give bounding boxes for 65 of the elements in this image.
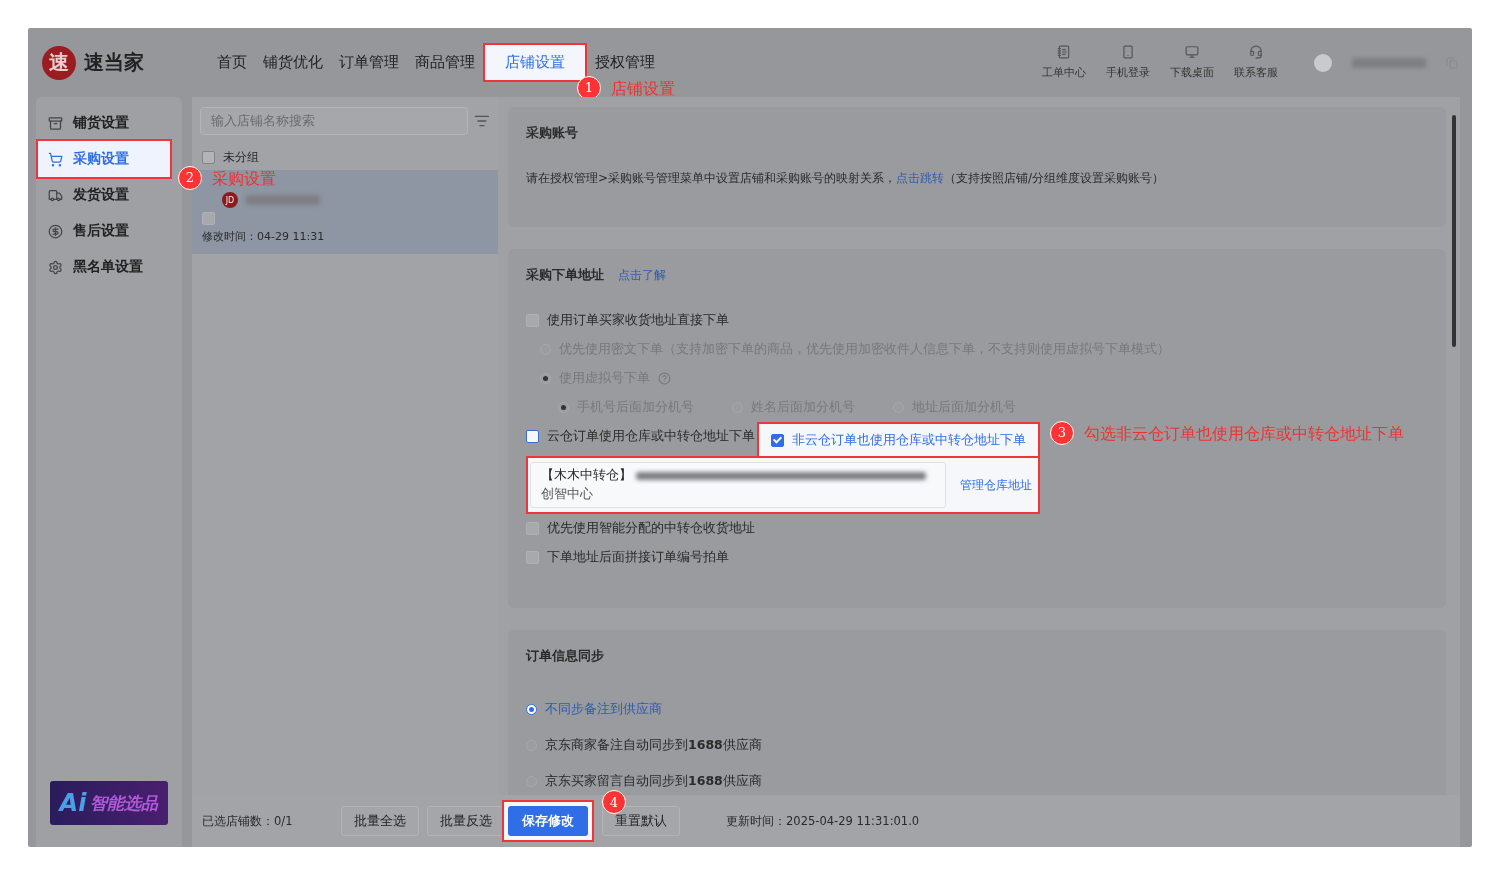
option-label: 不同步备注到供应商: [545, 700, 662, 718]
filter-icon[interactable]: [474, 113, 490, 129]
checkbox[interactable]: [202, 212, 215, 225]
selected-count: 已选店铺数：0/1: [202, 813, 293, 829]
callout-text: 店铺设置: [611, 79, 675, 100]
callout-number: 3: [1050, 420, 1074, 445]
scrollbar[interactable]: [1452, 115, 1456, 347]
archive-icon: [48, 115, 63, 131]
modified-time: 修改时间：04-29 11:31: [202, 229, 326, 244]
toolbar-button[interactable]: 联系客服: [1234, 45, 1278, 80]
sidebar-item[interactable]: 黑名单设置: [36, 249, 182, 285]
save-button[interactable]: 保存修改: [508, 806, 588, 836]
batch-button[interactable]: 批量全选: [340, 806, 419, 836]
callout-text: 勾选非云仓订单也使用仓库或中转仓地址下单: [1084, 424, 1404, 445]
ai-banner[interactable]: Ai 智能选品: [50, 781, 168, 825]
toolbar-button[interactable]: 工单中心: [1042, 45, 1086, 80]
option-label: 优先使用智能分配的中转仓收货地址: [547, 520, 755, 537]
brand-name: 速当家: [84, 49, 144, 76]
help-icon[interactable]: [658, 372, 671, 385]
option-label: 京东买家留言自动同步到1688供应商: [545, 772, 762, 790]
nav-tab[interactable]: 首页: [211, 45, 253, 80]
cart-icon: [48, 151, 63, 167]
account-hint: 请在授权管理>采购账号管理菜单中设置店铺和采购账号的映射关系，点击跳转（支持按照店铺/分组维度设置采购账号）: [526, 170, 1166, 187]
section-title: 采购下单地址: [526, 267, 604, 284]
settings-icon: [48, 259, 63, 275]
radio[interactable]: [558, 402, 569, 413]
manage-warehouse-link[interactable]: 管理仓库地址: [960, 476, 1032, 494]
sidebar-item[interactable]: 采购设置: [38, 141, 170, 177]
batch-button[interactable]: 批量反选: [426, 806, 505, 836]
option-label: 非云仓订单也使用仓库或中转仓地址下单: [792, 431, 1026, 449]
radio[interactable]: [540, 373, 551, 384]
option-label: 云仓订单使用仓库或中转仓地址下单: [547, 428, 755, 445]
notebook-icon: [1057, 45, 1071, 59]
update-time: 更新时间：2025-04-29 11:31:01.0: [726, 813, 920, 829]
option-label: 使用订单买家收货地址直接下单: [547, 312, 729, 329]
option-label: 京东商家备注自动同步到1688供应商: [545, 736, 762, 754]
checkbox[interactable]: [771, 433, 784, 447]
warehouse-name: 【木木中转仓】: [541, 467, 632, 484]
nav-tab[interactable]: 铺货优化: [257, 45, 329, 80]
checkbox[interactable]: [202, 151, 215, 164]
truck-icon: [48, 187, 63, 203]
callout-number: 2: [178, 165, 202, 190]
avatar[interactable]: [1314, 53, 1332, 72]
coin-icon: [48, 223, 63, 239]
section-title: 订单信息同步: [526, 648, 605, 665]
reset-button[interactable]: 重置默认: [602, 806, 680, 836]
shop-badge: JD: [222, 192, 238, 208]
radio[interactable]: [526, 703, 537, 715]
sidebar-item[interactable]: 铺货设置: [36, 105, 182, 141]
sidebar-item[interactable]: 售后设置: [36, 213, 182, 249]
section-title: 采购账号: [526, 125, 579, 142]
phone-icon: [1121, 45, 1135, 59]
nav-tab[interactable]: 商品管理: [409, 45, 481, 80]
headset-icon: [1249, 45, 1263, 59]
callout-text: 采购设置: [212, 169, 276, 190]
group-label: 未分组: [223, 149, 259, 166]
toolbar-button[interactable]: 下载桌面: [1170, 45, 1214, 80]
nav-tab[interactable]: 订单管理: [333, 45, 405, 80]
toolbar-button[interactable]: 手机登录: [1106, 45, 1150, 80]
monitor-icon: [1185, 45, 1199, 59]
logo-mark: 速: [42, 45, 76, 80]
address-text: 创智中心: [541, 486, 594, 503]
option-label: 下单地址后面拼接订单编号拍单: [547, 549, 729, 566]
nav-tab[interactable]: 店铺设置: [485, 45, 585, 80]
checkbox[interactable]: [526, 430, 539, 443]
